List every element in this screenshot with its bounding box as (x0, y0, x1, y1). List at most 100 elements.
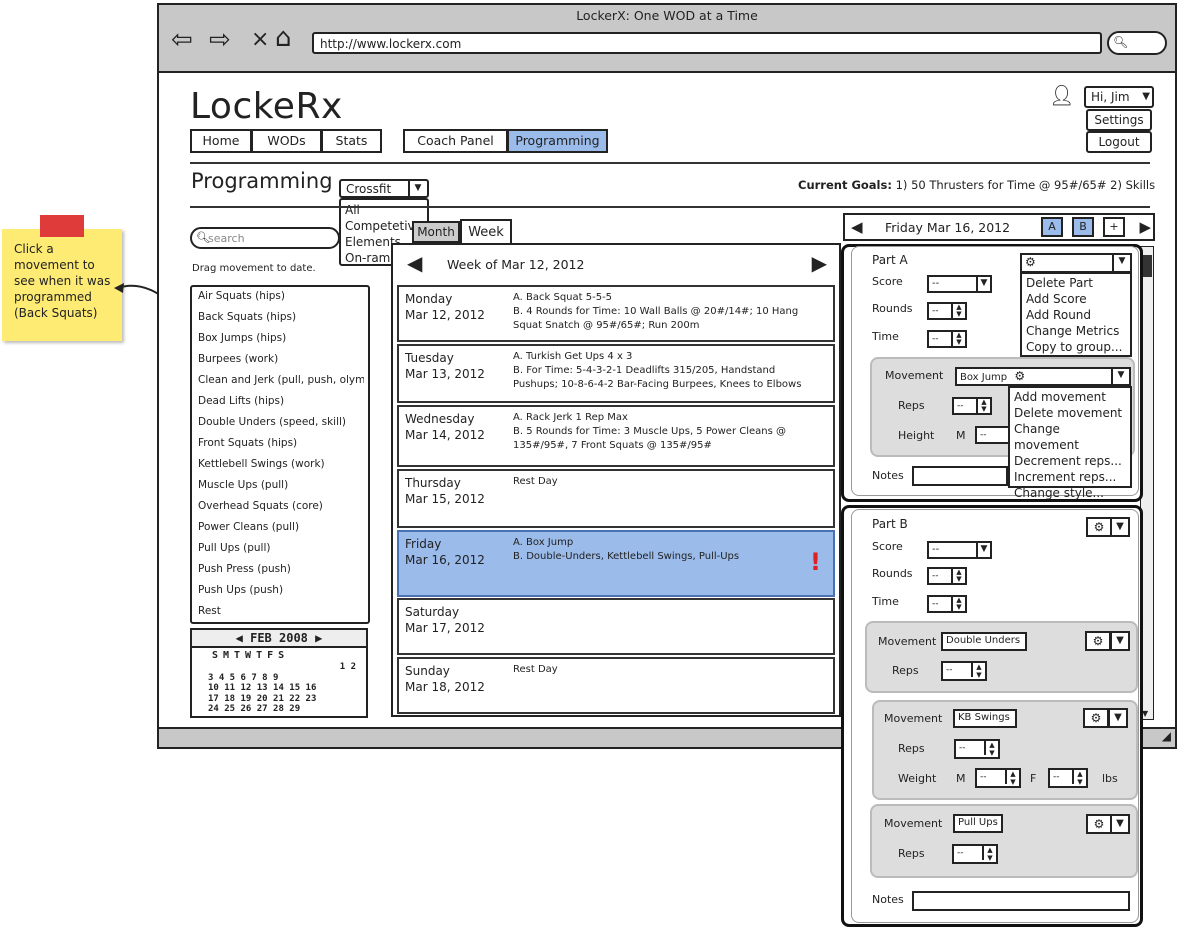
stepper-icon[interactable]: ▲ ▼ (951, 304, 965, 318)
menu-item[interactable]: Increment reps... (1014, 469, 1126, 485)
day-cell-saturday[interactable]: Saturday Mar 17, 2012 (397, 598, 835, 655)
browser-search-field[interactable]: 🔍︎ (1107, 31, 1167, 55)
calendar-week-row[interactable]: 24 25 26 27 28 29 (208, 704, 356, 715)
menu-item[interactable]: Delete Part (1026, 275, 1126, 291)
nav-home[interactable]: Home (190, 129, 252, 153)
stepper-icon[interactable]: ▲ ▼ (951, 597, 965, 611)
day-cell-wednesday[interactable]: Wednesday Mar 14, 2012 A. Rack Jerk 1 Rep … (397, 405, 835, 467)
movement-item[interactable]: Pull Ups (pull) (198, 542, 364, 554)
day-cell-thursday[interactable]: Thursday Mar 15, 2012 Rest Day (397, 469, 835, 528)
score-select[interactable]: -- ▼ (927, 275, 992, 293)
movement-search[interactable]: 🔍︎ search (190, 227, 340, 249)
stepper-icon[interactable]: ▲ ▼ (1072, 770, 1086, 786)
menu-item[interactable]: Add Score (1026, 291, 1126, 307)
part-b-gear-button[interactable]: ⚙ (1086, 517, 1112, 537)
movement-item[interactable]: Back Squats (hips) (198, 311, 364, 323)
reps-stepper[interactable]: -- ▲ ▼ (952, 844, 998, 864)
part-a-gear-select[interactable]: ⚙ ▼ (1020, 253, 1132, 273)
rounds-stepper[interactable]: -- ▲ ▼ (927, 302, 967, 320)
menu-item[interactable]: Copy to group... (1026, 339, 1126, 355)
tab-week[interactable]: Week (460, 219, 512, 245)
logout-button[interactable]: Logout (1086, 131, 1152, 153)
chevron-down-icon[interactable]: ▼ (1142, 91, 1150, 102)
next-week-icon[interactable]: ▶ (812, 251, 827, 275)
movement-item[interactable]: Push Ups (push) (198, 584, 364, 596)
reps-stepper[interactable]: -- ▲ ▼ (941, 661, 987, 681)
calendar-week-row[interactable]: 10 11 12 13 14 15 16 (208, 683, 356, 694)
movement-item[interactable]: Push Press (push) (198, 563, 364, 575)
nav-wods[interactable]: WODs (251, 129, 322, 153)
nav-stats[interactable]: Stats (321, 129, 382, 153)
nav-coach-panel[interactable]: Coach Panel (403, 129, 508, 153)
day-cell-sunday[interactable]: Sunday Mar 18, 2012 Rest Day (397, 657, 835, 714)
movement-item[interactable]: Clean and Jerk (pull, push, olympi (198, 374, 364, 386)
rounds-stepper[interactable]: -- ▲ ▼ (927, 567, 967, 585)
menu-item[interactable]: Add Round (1026, 307, 1126, 323)
back-icon[interactable]: ⇦ (171, 27, 193, 53)
url-field[interactable]: http://www.lockerx.com (312, 32, 1102, 54)
time-stepper[interactable]: -- ▲ ▼ (927, 330, 967, 348)
notes-field[interactable] (912, 891, 1130, 911)
movement-select[interactable]: Box Jump ⚙ ▼ (955, 367, 1131, 386)
settings-button[interactable]: Settings (1086, 109, 1152, 131)
chevron-down-icon[interactable]: ▼ (976, 277, 990, 291)
next-month-icon[interactable]: ▶ (315, 631, 322, 645)
day-cell-tuesday[interactable]: Tuesday Mar 13, 2012 A. Turkish Get Ups 4 … (397, 344, 835, 403)
menu-item[interactable]: Change style... (1014, 485, 1126, 501)
stepper-icon[interactable]: ▲ ▼ (951, 569, 965, 583)
stepper-icon[interactable]: ▲ ▼ (982, 846, 996, 862)
calendar-week-row[interactable]: 1 2 (208, 662, 356, 673)
day-cell-friday[interactable]: Friday Mar 16, 2012 A. Box Jump B. Double-U… (397, 530, 835, 597)
part-b-button[interactable]: B (1072, 217, 1094, 237)
chevron-down-icon[interactable]: ▼ (976, 543, 990, 557)
movement-item[interactable]: Front Squats (hips) (198, 437, 364, 449)
menu-item[interactable]: Change movement (1014, 421, 1126, 453)
chevron-down-icon[interactable]: ▼ (408, 181, 426, 196)
add-part-button[interactable]: + (1103, 217, 1125, 237)
weight-m-stepper[interactable]: -- ▲ ▼ (975, 768, 1021, 788)
movement-item[interactable]: Power Cleans (pull) (198, 521, 364, 533)
chevron-down-icon[interactable]: ▼ (1110, 517, 1130, 537)
movement-item[interactable]: Box Jumps (hips) (198, 332, 364, 344)
score-select[interactable]: -- ▼ (927, 541, 992, 559)
calendar-week-row[interactable]: 17 18 19 20 21 22 23 (208, 694, 356, 705)
notes-field[interactable] (912, 466, 1008, 486)
chevron-down-icon[interactable]: ▼ (1108, 708, 1128, 728)
stepper-icon[interactable]: ▲ ▼ (984, 741, 998, 757)
movement-item[interactable]: Burpees (work) (198, 353, 364, 365)
reps-stepper[interactable]: -- ▲ ▼ (952, 397, 992, 415)
stepper-icon[interactable]: ▲ ▼ (1005, 770, 1019, 786)
movement-gear-button[interactable]: ⚙ (1083, 708, 1109, 728)
menu-item[interactable]: Add movement (1014, 389, 1126, 405)
movement-item[interactable]: Kettlebell Swings (work) (198, 458, 364, 470)
home-icon[interactable]: ⌂ (275, 25, 292, 51)
forward-icon[interactable]: ⇨ (209, 27, 231, 53)
movement-gear-button[interactable]: ⚙ (1086, 814, 1112, 834)
menu-item[interactable]: Delete movement (1014, 405, 1126, 421)
chevron-down-icon[interactable]: ▼ (1110, 631, 1130, 651)
tab-month[interactable]: Month (412, 221, 460, 243)
program-select[interactable]: Crossfit ▼ (339, 179, 429, 198)
movement-item[interactable]: Overhead Squats (core) (198, 500, 364, 512)
weight-f-stepper[interactable]: -- ▲ ▼ (1048, 768, 1088, 788)
stop-icon[interactable]: × (251, 27, 269, 52)
resize-grip-icon[interactable]: ◢ (1162, 729, 1171, 743)
movement-item[interactable]: Double Unders (speed, skill) (198, 416, 364, 428)
chevron-down-icon[interactable]: ▼ (1112, 255, 1130, 271)
prev-week-icon[interactable]: ◀ (407, 251, 422, 275)
chevron-down-icon[interactable]: ▼ (1111, 369, 1129, 384)
movement-select[interactable]: KB Swings (953, 709, 1017, 728)
stepper-icon[interactable]: ▲ ▼ (976, 399, 990, 413)
time-stepper[interactable]: -- ▲ ▼ (927, 595, 967, 613)
prev-day-icon[interactable]: ◀ (851, 218, 863, 236)
menu-item[interactable]: Decrement reps... (1014, 453, 1126, 469)
nav-programming[interactable]: Programming (507, 129, 608, 153)
chevron-down-icon[interactable]: ▼ (1110, 814, 1130, 834)
movement-select[interactable]: Double Unders (941, 632, 1027, 651)
stepper-icon[interactable]: ▲ ▼ (951, 332, 965, 346)
prev-month-icon[interactable]: ◀ (236, 631, 243, 645)
movement-item[interactable]: Muscle Ups (pull) (198, 479, 364, 491)
part-a-button[interactable]: A (1041, 217, 1063, 237)
next-day-icon[interactable]: ▶ (1139, 218, 1151, 236)
movement-item[interactable]: Air Squats (hips) (198, 290, 364, 302)
